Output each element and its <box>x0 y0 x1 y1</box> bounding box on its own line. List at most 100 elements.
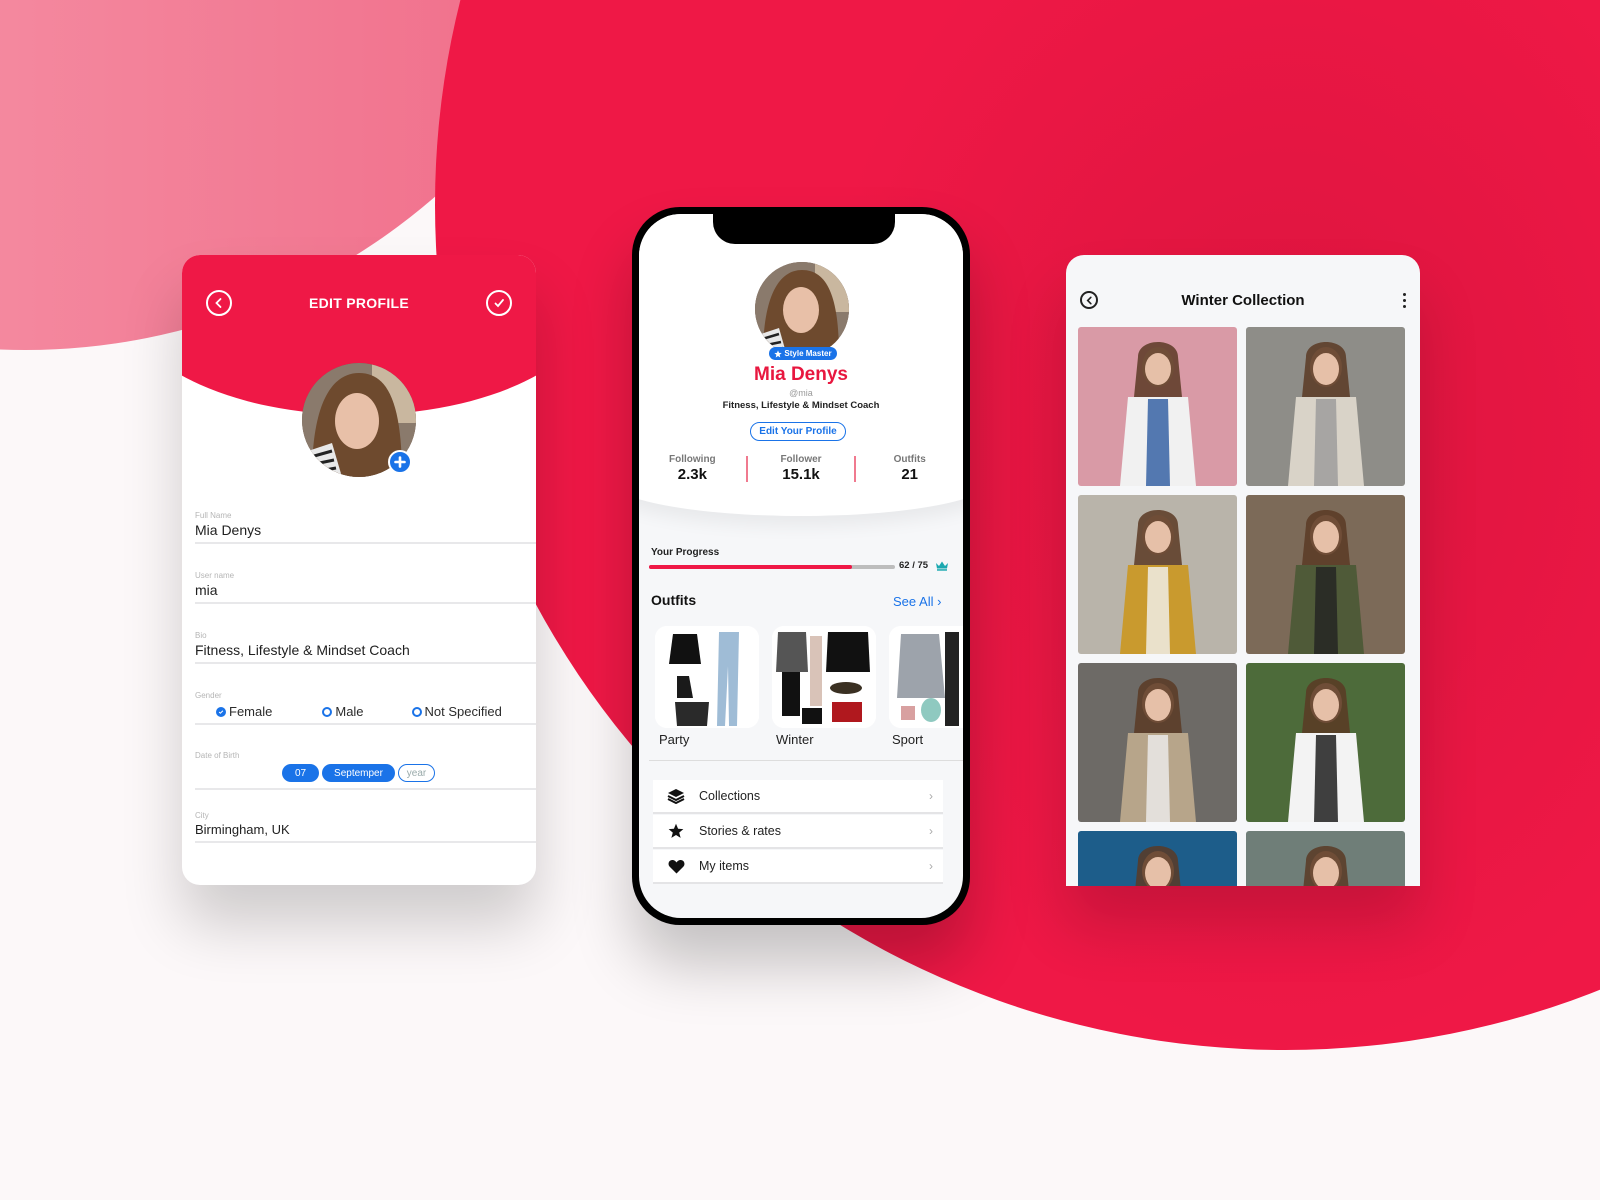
back-button[interactable] <box>1080 291 1098 309</box>
gender-male-radio[interactable]: Male <box>322 704 364 719</box>
bio-field[interactable]: Bio Fitness, Lifestyle & Mindset Coach <box>195 631 536 664</box>
page-title: EDIT PROFILE <box>308 295 410 311</box>
full-name-field[interactable]: Full Name Mia Denys <box>195 511 536 544</box>
dob-year-select[interactable]: year <box>398 764 435 782</box>
dob-selectors: 07 Septemper year <box>282 764 536 788</box>
chevron-right-icon: › <box>937 594 942 609</box>
profile-bio: Fitness, Lifestyle & Mindset Coach <box>722 400 880 411</box>
back-button[interactable] <box>206 290 232 316</box>
collection-photo[interactable] <box>1078 495 1237 654</box>
collection-title: Winter Collection <box>1181 291 1305 309</box>
stat-value: 2.3k <box>677 466 707 483</box>
checked-circle-icon <box>216 706 226 717</box>
stat-label: Following <box>669 454 716 465</box>
avatar-photo <box>755 262 849 356</box>
menu-label: My items <box>699 859 749 873</box>
edit-profile-topbar: EDIT PROFILE <box>182 285 536 321</box>
date-of-birth-field: Date of Birth 07 Septemper year <box>195 751 536 790</box>
full-name-input[interactable]: Mia Denys <box>195 522 536 542</box>
collection-photo[interactable] <box>1078 663 1237 822</box>
collection-photo[interactable] <box>1246 327 1405 486</box>
full-name-label: Full Name <box>195 511 232 520</box>
outfit-image-winter <box>772 626 876 728</box>
outfit-label-sport: Sport <box>892 732 924 747</box>
outfit-card-sport[interactable] <box>889 626 963 728</box>
menu-label: Collections <box>699 789 761 803</box>
city-input[interactable]: Birmingham, UK <box>195 822 536 841</box>
outfits-section-title: Outfits <box>651 592 697 608</box>
progress-bar-fill <box>649 565 853 569</box>
stat-outfits[interactable]: Outfits 21 <box>856 454 963 483</box>
check-icon <box>494 299 504 308</box>
heart-icon <box>665 859 687 874</box>
profile-screen: Style Master Mia Denys @mia Fitness, Lif… <box>639 214 963 918</box>
gender-female-label: Female <box>229 704 273 719</box>
edit-profile-screen: EDIT PROFILE Full Name Mia Denys User na… <box>182 255 536 885</box>
gender-not-specified-radio[interactable]: Not Specified <box>411 704 502 719</box>
collection-photo[interactable] <box>1078 327 1237 486</box>
add-photo-button[interactable] <box>388 450 412 474</box>
bio-input[interactable]: Fitness, Lifestyle & Mindset Coach <box>195 642 536 662</box>
collection-photo[interactable] <box>1246 663 1405 822</box>
gender-options: Female Male Not Specified <box>195 704 536 723</box>
outfit-label-winter: Winter <box>776 732 814 747</box>
gender-not-specified-label: Not Specified <box>424 704 502 719</box>
collection-photo[interactable] <box>1246 495 1405 654</box>
menu-item-my-items[interactable]: My items › <box>653 850 943 884</box>
collection-photo[interactable] <box>1078 831 1237 886</box>
gender-field: Gender Female Male Not Specified <box>195 691 536 725</box>
city-field[interactable]: City Birmingham, UK <box>195 811 536 843</box>
collection-topbar: Winter Collection <box>1066 285 1420 315</box>
outfit-label-party: Party <box>659 732 690 747</box>
more-vertical-icon[interactable] <box>1403 292 1406 308</box>
progress-bar <box>649 565 895 569</box>
badge-label: Style Master <box>784 349 832 358</box>
user-name-field[interactable]: User name mia <box>195 571 536 604</box>
stat-value: 21 <box>901 466 919 483</box>
see-all-link[interactable]: See All › <box>893 594 941 609</box>
stat-following[interactable]: Following 2.3k <box>639 454 746 483</box>
bio-label: Bio <box>195 631 207 640</box>
menu-label: Stories & rates <box>699 824 781 838</box>
stat-follower[interactable]: Follower 15.1k <box>748 454 855 483</box>
menu-item-collections[interactable]: Collections › <box>653 780 943 814</box>
chevron-left-icon <box>215 298 222 308</box>
save-button[interactable] <box>486 290 512 316</box>
phone-frame: Style Master Mia Denys @mia Fitness, Lif… <box>632 207 970 925</box>
chevron-left-icon <box>1086 296 1092 304</box>
gender-label: Gender <box>195 691 222 700</box>
edit-profile-button[interactable]: Edit Your Profile <box>750 422 846 441</box>
star-icon <box>774 349 783 357</box>
gender-male-label: Male <box>335 704 364 719</box>
outfit-card-winter[interactable] <box>772 626 876 728</box>
city-label: City <box>195 811 209 820</box>
dob-day-select[interactable]: 07 <box>282 764 319 782</box>
style-master-badge: Style Master <box>769 347 837 360</box>
stat-label: Outfits <box>893 454 926 465</box>
plus-icon <box>394 456 406 468</box>
outfit-image-party <box>655 626 759 728</box>
see-all-label: See All <box>893 594 934 609</box>
profile-stats: Following 2.3k Follower 15.1k Outfits 21 <box>639 454 963 483</box>
radio-circle-icon <box>411 706 422 717</box>
star-icon <box>665 823 687 839</box>
radio-circle-icon <box>322 706 333 717</box>
dob-month-select[interactable]: Septemper <box>322 764 395 782</box>
user-name-label: User name <box>195 571 235 580</box>
progress-count: 62 / 75 <box>899 560 929 571</box>
dob-label: Date of Birth <box>195 751 240 760</box>
chevron-right-icon: › <box>929 824 933 838</box>
background-shade <box>435 0 1600 1050</box>
collection-photo[interactable] <box>1246 831 1405 886</box>
layers-icon <box>665 788 687 804</box>
gender-female-radio[interactable]: Female <box>216 704 272 719</box>
profile-avatar[interactable] <box>755 262 849 356</box>
user-name-input[interactable]: mia <box>195 582 536 602</box>
chevron-right-icon: › <box>929 859 933 873</box>
stat-label: Follower <box>780 454 822 465</box>
menu-item-stories-rates[interactable]: Stories & rates › <box>653 815 943 849</box>
crown-icon <box>936 561 948 571</box>
outfit-card-party[interactable] <box>655 626 759 728</box>
phone-notch <box>713 214 895 244</box>
chevron-right-icon: › <box>929 789 933 803</box>
